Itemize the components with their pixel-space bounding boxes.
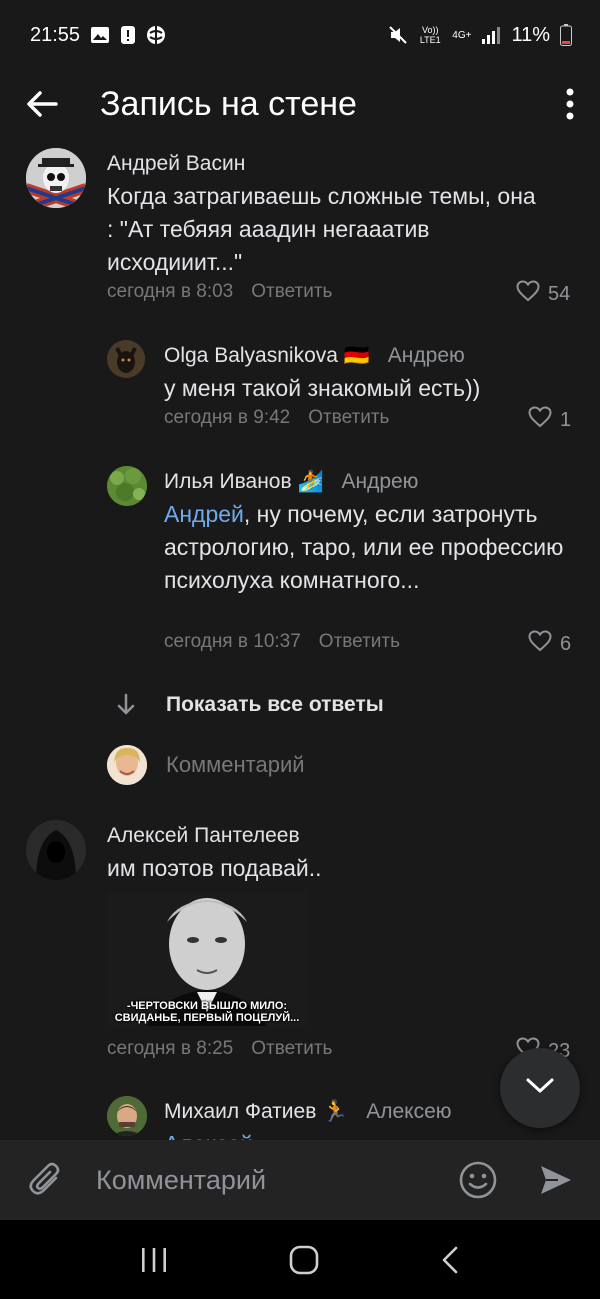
reply-to-label: Алексею [366, 1100, 452, 1123]
comment-text: Андрей, ну почему, если затронуть астрол… [164, 501, 564, 593]
like-button[interactable]: 6 [528, 630, 571, 658]
more-options-icon[interactable] [564, 86, 576, 122]
status-bar: 21:55 Vo)) LTE1 4G+ 11% [0, 0, 600, 70]
chevron-down-icon [525, 1077, 555, 1100]
page-title: Запись на стене [100, 84, 357, 123]
like-button[interactable]: 54 [516, 280, 570, 308]
comment-text: Когда затрагиваешь сложные темы, она : "… [107, 183, 536, 275]
network-type-label: 4G+ [452, 29, 472, 41]
avatar[interactable] [107, 340, 145, 378]
comment-input[interactable]: Комментарий [96, 1165, 458, 1196]
vk-globe-icon [146, 25, 166, 45]
reply-button[interactable]: Ответить [319, 631, 400, 652]
avatar[interactable] [107, 466, 147, 506]
back-arrow-icon[interactable] [24, 86, 60, 122]
mute-icon [388, 25, 408, 45]
comment-time: сегодня в 8:03 [107, 281, 234, 302]
comment-text: у меня такой знакомый есть)) [164, 375, 481, 401]
show-all-replies-label: Показать все ответы [166, 693, 384, 716]
app-bar: Запись на стене [0, 70, 600, 138]
like-count: 54 [548, 282, 571, 305]
comment-author[interactable]: Olga Balyasnikova 🇩🇪 Андрею [164, 344, 465, 368]
comments-feed[interactable]: Андрей Васин Когда затрагиваешь сложные … [0, 140, 600, 1140]
comment-text: им поэтов подавай.. [107, 855, 322, 881]
comment-author[interactable]: Михаил Фатиев 🏃 Алексею [164, 1100, 452, 1124]
battery-percent: 11% [511, 23, 550, 46]
show-all-replies-button[interactable]: Показать все ответы [0, 685, 600, 725]
mention-link[interactable]: Алексей [164, 1131, 253, 1140]
comment-composer: Комментарий [0, 1140, 600, 1220]
recents-icon[interactable] [140, 1247, 168, 1273]
gallery-icon [90, 26, 110, 44]
system-back-icon[interactable] [440, 1245, 460, 1275]
inline-reply-input[interactable]: Комментарий [0, 740, 600, 790]
runner-emoji: 🏃 [322, 1100, 349, 1123]
signal-icon [481, 26, 501, 44]
comment-meta: сегодня в 8:25 Ответить [107, 1038, 332, 1060]
reply-button[interactable]: Ответить [251, 281, 332, 302]
flag-emoji: 🇩🇪 [343, 344, 370, 367]
scroll-down-button[interactable] [500, 1048, 580, 1128]
comment-meta: сегодня в 9:42 Ответить [164, 407, 389, 429]
emoji-icon[interactable] [458, 1160, 498, 1200]
like-button[interactable]: 1 [528, 406, 571, 434]
inline-reply-placeholder: Комментарий [166, 752, 305, 777]
avatar[interactable] [26, 148, 86, 208]
comment-image[interactable]: -ЧЕРТОВСКИ ВЫШЛО МИЛО: СВИДАНЬЕ, ПЕРВЫЙ … [107, 892, 307, 1026]
clock: 21:55 [30, 23, 81, 46]
comment-time: сегодня в 9:42 [164, 407, 291, 428]
comment-time: сегодня в 10:37 [164, 631, 301, 652]
avatar [107, 745, 147, 785]
reply-to-label: Андрею [387, 344, 465, 367]
reply-to-label: Андрею [341, 470, 419, 493]
arrow-down-icon [116, 693, 136, 722]
reply-button[interactable]: Ответить [251, 1038, 332, 1059]
comment-meta: сегодня в 8:03 Ответить [107, 281, 332, 303]
like-count: 6 [560, 632, 572, 655]
volte-label: Vo)) LTE1 [419, 25, 441, 45]
surfer-emoji: 🏄 [297, 470, 324, 493]
comment-author[interactable]: Алексей Пантелеев [107, 824, 300, 848]
image-caption: -ЧЕРТОВСКИ ВЫШЛО МИЛО: СВИДАНЬЕ, ПЕРВЫЙ … [114, 1000, 300, 1024]
comment-meta: сегодня в 10:37 Ответить [164, 631, 400, 653]
heart-icon [516, 280, 540, 308]
reply-button[interactable]: Ответить [308, 407, 389, 428]
mention-link[interactable]: Андрей [164, 501, 244, 527]
avatar[interactable] [26, 820, 86, 880]
comment-author[interactable]: Илья Иванов 🏄 Андрею [164, 470, 418, 494]
send-icon[interactable] [538, 1162, 574, 1198]
heart-icon [528, 406, 552, 434]
comment-time: сегодня в 8:25 [107, 1038, 234, 1059]
comment-author[interactable]: Андрей Васин [107, 152, 245, 176]
attach-icon[interactable] [26, 1160, 66, 1200]
alert-icon [120, 25, 136, 45]
heart-icon [528, 630, 552, 658]
home-icon[interactable] [289, 1245, 319, 1275]
system-nav-bar [0, 1220, 600, 1299]
battery-icon [560, 24, 572, 46]
avatar[interactable] [107, 1096, 147, 1136]
comment-text: Алексей [164, 1128, 564, 1140]
like-count: 1 [560, 408, 572, 431]
